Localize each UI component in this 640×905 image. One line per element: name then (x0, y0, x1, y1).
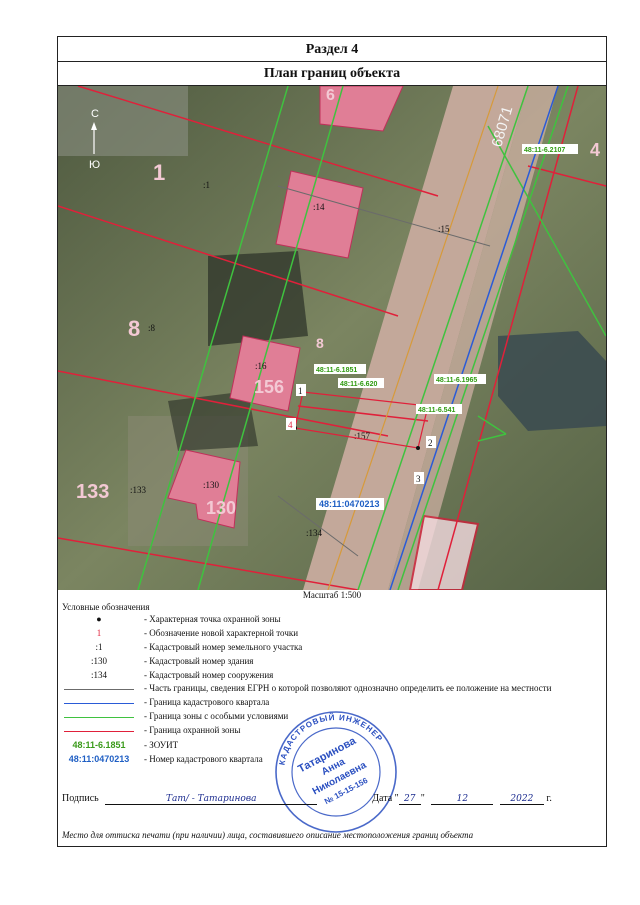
parcel-label-130: 130 (206, 498, 236, 518)
label-c1: :1 (203, 180, 210, 190)
legend-symbol-quarter: 48:11:0470213 (68, 754, 130, 764)
legend-item-egrn-line: - Часть границы, сведения ЕГРН о которой… (60, 683, 605, 696)
point-3: 3 (416, 474, 421, 484)
zouit-1851: 48:11-6.1851 (316, 367, 357, 374)
footnote: Место для оттиска печати (при наличии) л… (62, 830, 474, 840)
legend-text: - Кадастровый номер здания (144, 656, 254, 666)
legend-line-red (64, 731, 134, 732)
legend-item-structure: :134 - Кадастровый номер сооружения (60, 670, 605, 683)
legend-item-new-point: 1 - Обозначение новой характерной точки (60, 628, 605, 641)
section-heading: Раздел 4 (57, 36, 607, 62)
legend-text: - Кадастровый номер земельного участка (144, 642, 303, 652)
label-c130: :130 (203, 480, 220, 490)
handwritten-signature: Тат/ - Татаринова (165, 794, 257, 804)
legend-text: - Номер кадастрового квартала (144, 754, 263, 764)
zouit-2107: 48:11-6.2107 (524, 147, 565, 154)
legend-symbol-building: :130 (90, 656, 107, 666)
legend-text: - Граница кадастрового квартала (144, 697, 270, 707)
legend-text: - ЗОУИТ (144, 740, 179, 750)
date-month: 12 (431, 793, 494, 805)
legend-symbol-dot: ● (96, 614, 102, 624)
label-c14: :14 (313, 202, 325, 212)
building-16 (229, 335, 301, 412)
legend-text: - Граница охранной зоны (144, 725, 241, 735)
legend-item-building: :130 - Кадастровый номер здания (60, 656, 605, 669)
date-year: 2022 (499, 793, 544, 805)
point-4: 4 (288, 420, 293, 430)
zouit-541: 48:11-6.541 (418, 407, 455, 414)
aerial-yard-patch (58, 86, 188, 156)
document-title: План границ объекта (57, 61, 607, 86)
zouit-620: 48:11-6.620 (340, 381, 377, 388)
cadastral-engineer-stamp: КАДАСТРОВЫЙ ИНЖЕНЕР Татаринова Анна Нико… (275, 711, 397, 833)
legend-text: - Граница зоны с особыми условиями (144, 711, 289, 721)
south-label: Ю (89, 159, 100, 171)
label-c133: :133 (130, 485, 147, 495)
legend-text: - Обозначение новой характерной точки (144, 628, 299, 638)
label-c15: :15 (438, 224, 450, 234)
legend-line-grey (64, 689, 134, 690)
legend-title: Условные обозначения (62, 602, 150, 612)
parcel-label-8b: 8 (316, 335, 324, 351)
legend-symbol-parcel: :1 (95, 642, 103, 652)
aerial-shadow (208, 251, 308, 346)
quarter-label: 48:11:0470213 (319, 499, 380, 509)
north-label: С (91, 108, 99, 120)
parcel-label-8: 8 (128, 316, 140, 341)
signature-field: Тат/ - Татаринова (105, 793, 318, 805)
legend-symbol-structure: :134 (90, 670, 107, 680)
legend-symbol-zouit: 48:11-6.1851 (72, 740, 126, 750)
label-c134: :134 (306, 528, 323, 538)
map-svg: С Ю 1 8 133 130 156 8 6 4 :1 :14 :15 :8 … (58, 86, 606, 590)
legend-item-parcel: :1 - Кадастровый номер земельного участк… (60, 642, 605, 655)
point-2: 2 (428, 438, 433, 448)
date-day: 27 (398, 793, 421, 805)
parcel-label-1: 1 (153, 160, 165, 185)
legend-text: - Кадастровый номер сооружения (144, 670, 274, 680)
label-c16: :16 (255, 361, 267, 371)
boundary-map: С Ю 1 8 133 130 156 8 6 4 :1 :14 :15 :8 … (58, 86, 606, 590)
legend-line-blue (64, 703, 134, 704)
zouit-1965: 48:11-6.1965 (436, 377, 477, 384)
label-c8: :8 (148, 323, 156, 333)
year-suffix: г. (546, 793, 552, 804)
legend-line-green (64, 717, 134, 718)
parcel-label-156: 156 (254, 377, 284, 397)
parcel-label-right: 4 (590, 140, 600, 160)
point-1: 1 (298, 386, 303, 396)
map-scale: Масштаб 1:500 (302, 590, 362, 600)
parcel-label-top: 6 (326, 87, 335, 104)
date-label: Дата (372, 793, 393, 804)
parcel-label-133: 133 (76, 481, 109, 503)
legend-item-point: ● - Характерная точка охранной зоны (60, 614, 605, 627)
signature-label: Подпись (62, 793, 99, 804)
legend-text: - Часть границы, сведения ЕГРН о которой… (144, 683, 552, 693)
signature-line: Подпись Тат/ - Татаринова Дата " 27 " 12 2… (62, 793, 552, 805)
legend-text: - Характерная точка охранной зоны (144, 614, 281, 624)
legend-symbol-new-point: 1 (96, 628, 102, 638)
